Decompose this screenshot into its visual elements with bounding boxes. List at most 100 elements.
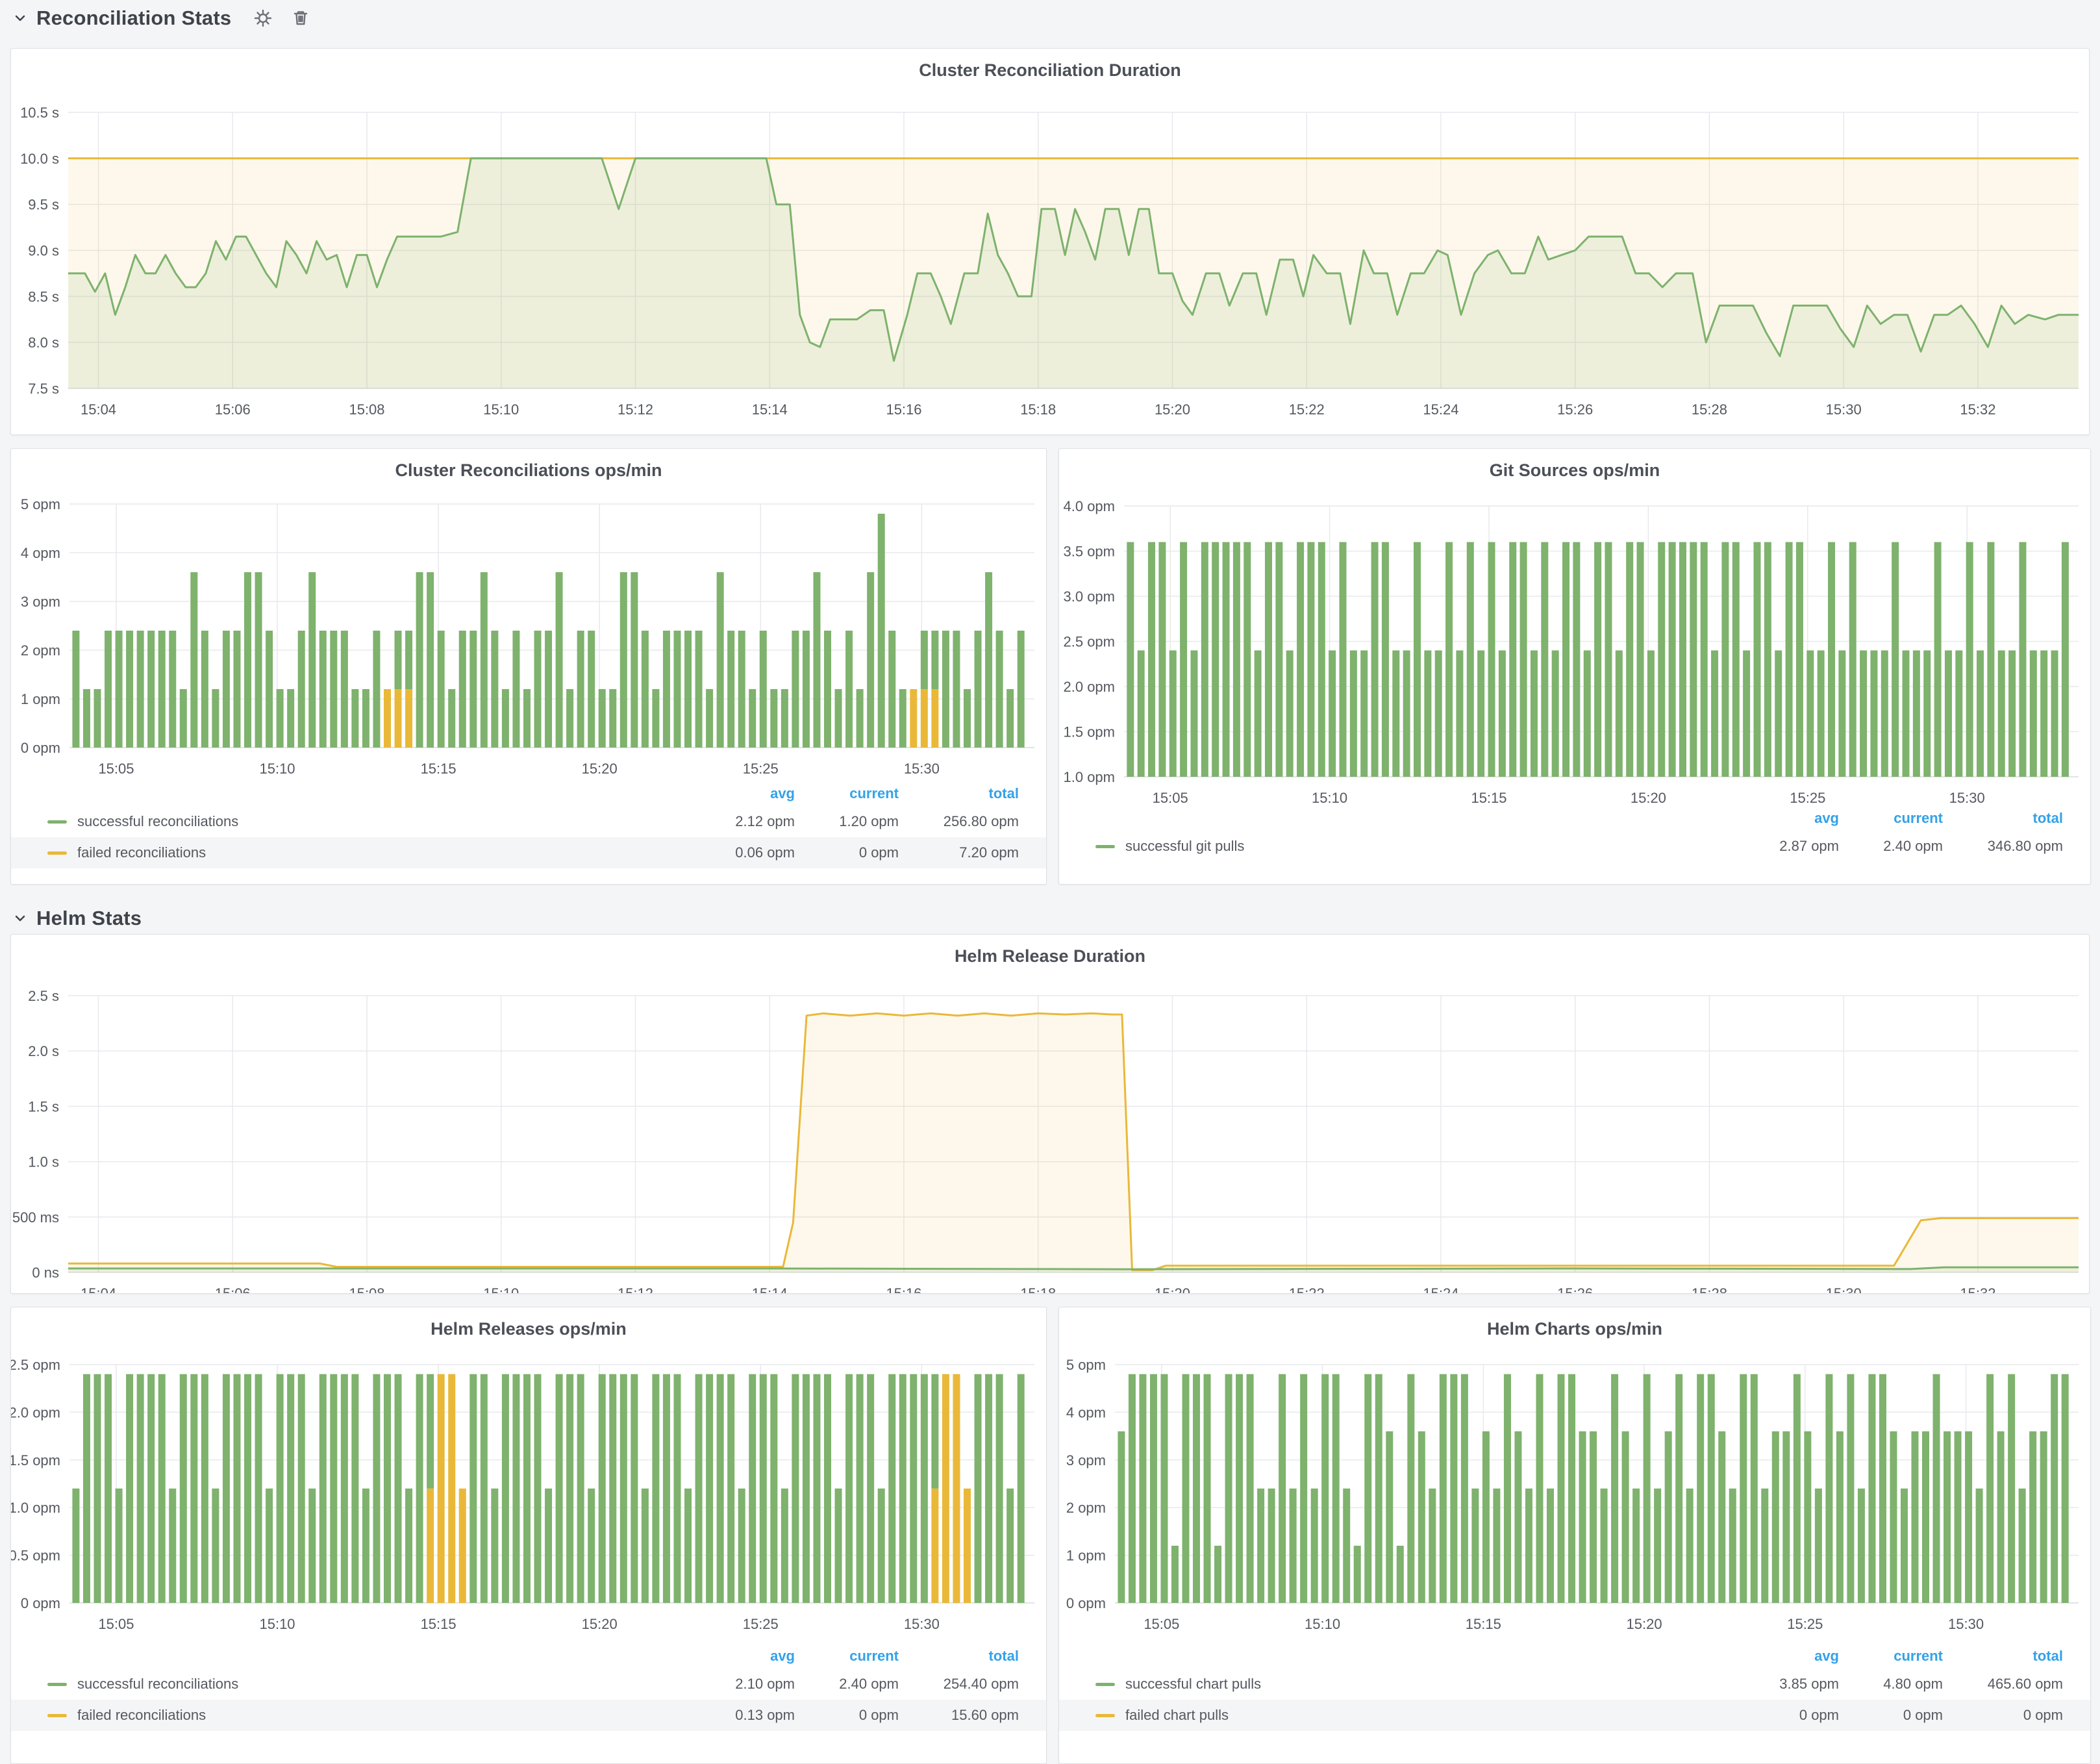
legend-total-value: 7.20 opm	[899, 844, 1019, 861]
legend-col-current[interactable]: current	[795, 1648, 899, 1665]
svg-text:15:05: 15:05	[1144, 1616, 1179, 1632]
legend-header: avg current total	[1059, 806, 2090, 831]
panel-title[interactable]: Cluster Reconciliation Duration	[11, 60, 2089, 81]
series-marker-yellow	[47, 1714, 67, 1717]
series-label[interactable]: successful reconciliations	[67, 1676, 697, 1693]
section-row-reconciliation-stats[interactable]: Reconciliation Stats	[13, 4, 312, 32]
legend-row: failed reconciliations 0.06 opm 0 opm 7.…	[11, 837, 1046, 868]
legend-current-value: 0 opm	[795, 844, 899, 861]
panel-cluster-reconciliation-duration: Cluster Reconciliation Duration 10.5 s10…	[10, 48, 2090, 435]
legend-current-value: 2.40 opm	[1839, 838, 1943, 855]
svg-text:1.0 s: 1.0 s	[28, 1154, 59, 1170]
panel-helm-releases-opm: Helm Releases ops/min 2.5 opm2.0 opm1.5 …	[10, 1307, 1047, 1764]
legend-col-avg[interactable]: avg	[697, 1648, 795, 1665]
legend-col-total[interactable]: total	[1943, 1648, 2063, 1665]
svg-text:15:22: 15:22	[1289, 401, 1325, 418]
svg-text:15:28: 15:28	[1692, 1285, 1727, 1293]
series-marker-green	[47, 820, 67, 824]
svg-text:2 opm: 2 opm	[1066, 1500, 1106, 1516]
legend-col-current[interactable]: current	[1839, 810, 1943, 827]
panel-title[interactable]: Git Sources ops/min	[1059, 460, 2090, 481]
svg-text:15:20: 15:20	[582, 1616, 618, 1632]
svg-text:4.0 opm: 4.0 opm	[1064, 498, 1116, 514]
panel-helm-release-duration: Helm Release Duration 2.5 s2.0 s1.5 s1.0…	[10, 934, 2090, 1294]
svg-text:15:10: 15:10	[483, 1285, 519, 1293]
svg-text:2.0 opm: 2.0 opm	[1064, 679, 1116, 695]
svg-text:15:25: 15:25	[1787, 1616, 1823, 1632]
legend: avg current total successful git pulls 2…	[1059, 806, 2090, 862]
series-label[interactable]: failed chart pulls	[1115, 1707, 1742, 1724]
legend-current-value: 0 opm	[795, 1707, 899, 1724]
svg-text:1.0 opm: 1.0 opm	[11, 1500, 60, 1516]
svg-text:15:12: 15:12	[618, 1285, 653, 1293]
svg-text:1.5 opm: 1.5 opm	[11, 1452, 60, 1468]
svg-text:1.5 opm: 1.5 opm	[1064, 724, 1116, 740]
legend-avg-value: 2.87 opm	[1742, 838, 1839, 855]
legend-col-current[interactable]: current	[795, 785, 899, 802]
svg-text:15:30: 15:30	[904, 1616, 940, 1632]
section-row-helm-stats[interactable]: Helm Stats	[13, 904, 142, 933]
chevron-down-icon[interactable]	[13, 11, 27, 25]
series-label[interactable]: failed reconciliations	[67, 1707, 697, 1724]
gear-icon[interactable]	[252, 7, 274, 29]
panel-title[interactable]: Cluster Reconciliations ops/min	[11, 460, 1046, 481]
section-title[interactable]: Reconciliation Stats	[36, 6, 231, 30]
svg-text:10.5 s: 10.5 s	[20, 105, 59, 121]
svg-text:15:30: 15:30	[1826, 1285, 1862, 1293]
legend-col-avg[interactable]: avg	[697, 785, 795, 802]
series-label[interactable]: failed reconciliations	[67, 844, 697, 861]
legend-avg-value: 0 opm	[1742, 1707, 1839, 1724]
panel-title[interactable]: Helm Release Duration	[11, 946, 2089, 966]
legend: avg current total successful reconciliat…	[11, 781, 1046, 868]
legend-col-total[interactable]: total	[1943, 810, 2063, 827]
series-label[interactable]: successful git pulls	[1115, 838, 1742, 855]
svg-text:15:15: 15:15	[1466, 1616, 1501, 1632]
svg-text:5 opm: 5 opm	[1066, 1357, 1106, 1373]
panel-cluster-reconciliations-opm: Cluster Reconciliations ops/min 5 opm4 o…	[10, 448, 1047, 885]
chevron-down-icon[interactable]	[13, 911, 27, 926]
svg-text:15:04: 15:04	[81, 401, 116, 418]
series-label[interactable]: successful chart pulls	[1115, 1676, 1742, 1693]
legend: avg current total successful reconciliat…	[11, 1644, 1046, 1731]
svg-text:2.5 opm: 2.5 opm	[11, 1357, 60, 1373]
legend-col-avg[interactable]: avg	[1742, 1648, 1839, 1665]
svg-text:0 opm: 0 opm	[21, 740, 60, 756]
trash-icon[interactable]	[290, 7, 312, 29]
panel-title[interactable]: Helm Releases ops/min	[11, 1319, 1046, 1339]
svg-text:15:26: 15:26	[1557, 1285, 1593, 1293]
legend-col-total[interactable]: total	[899, 785, 1019, 802]
section-title[interactable]: Helm Stats	[36, 907, 142, 930]
svg-text:15:04: 15:04	[81, 1285, 116, 1293]
svg-text:15:26: 15:26	[1557, 401, 1593, 418]
cluster-reconciliation-duration-chart[interactable]: 10.5 s10.0 s9.5 s9.0 s8.5 s8.0 s7.5 s15:…	[11, 49, 2089, 435]
svg-text:15:20: 15:20	[1627, 1616, 1662, 1632]
svg-text:1 opm: 1 opm	[21, 691, 60, 707]
legend-col-total[interactable]: total	[899, 1648, 1019, 1665]
panel-title[interactable]: Helm Charts ops/min	[1059, 1319, 2090, 1339]
svg-text:15:18: 15:18	[1020, 1285, 1056, 1293]
svg-text:15:15: 15:15	[1471, 790, 1506, 806]
helm-release-duration-chart[interactable]: 2.5 s2.0 s1.5 s1.0 s500 ms0 ns15:0415:06…	[11, 935, 2089, 1293]
legend-row: successful reconciliations 2.10 opm 2.40…	[11, 1669, 1046, 1700]
svg-text:15:05: 15:05	[98, 761, 134, 777]
svg-text:0.5 opm: 0.5 opm	[11, 1548, 60, 1564]
legend-col-avg[interactable]: avg	[1742, 810, 1839, 827]
svg-text:1 opm: 1 opm	[1066, 1548, 1106, 1564]
svg-text:15:10: 15:10	[483, 401, 519, 418]
legend-header: avg current total	[1059, 1644, 2090, 1669]
svg-text:0 opm: 0 opm	[21, 1595, 60, 1611]
svg-text:15:20: 15:20	[1155, 1285, 1190, 1293]
svg-text:15:16: 15:16	[886, 1285, 921, 1293]
svg-text:15:15: 15:15	[421, 1616, 456, 1632]
svg-text:15:30: 15:30	[1826, 401, 1862, 418]
svg-text:3 opm: 3 opm	[1066, 1452, 1106, 1468]
legend-col-current[interactable]: current	[1839, 1648, 1943, 1665]
dashboard-page: Reconciliation Stats Cluster Reconciliat…	[0, 0, 2100, 1764]
legend-total-value: 346.80 opm	[1943, 838, 2063, 855]
svg-text:2.5 opm: 2.5 opm	[1064, 634, 1116, 650]
svg-text:15:18: 15:18	[1020, 401, 1056, 418]
series-marker-green	[47, 1683, 67, 1686]
series-label[interactable]: successful reconciliations	[67, 813, 697, 830]
svg-text:15:32: 15:32	[1960, 1285, 1995, 1293]
legend: avg current total successful chart pulls…	[1059, 1644, 2090, 1731]
